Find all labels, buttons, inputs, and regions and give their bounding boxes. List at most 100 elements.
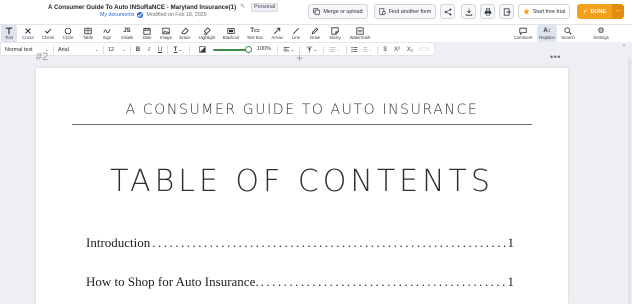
tool-label: Image (160, 35, 172, 40)
tool-text-box[interactable]: T▭ Text Box (244, 25, 266, 42)
toc-entry-page: 1 (507, 235, 515, 250)
divider (53, 46, 54, 54)
document-heading[interactable]: A CONSUMER GUIDE TO AUTO INSURANCE (36, 102, 568, 118)
tool-sign[interactable]: Sign (99, 25, 115, 42)
numbered-list-icon (363, 47, 368, 52)
document-title[interactable]: A Consumer Guide To Auto INSuRaNCE - Mar… (48, 4, 236, 11)
font-family-select[interactable]: Arial ⌄ (56, 45, 101, 54)
tool-highlight[interactable]: Highlight (196, 25, 218, 42)
sticky-icon (331, 26, 339, 35)
tool-erase[interactable]: Erase (177, 25, 193, 42)
font-size-select[interactable]: 12 ⌄ (106, 45, 128, 54)
divider (277, 46, 278, 54)
tool-label: Draw (309, 35, 321, 40)
bold-button[interactable]: B (133, 45, 143, 54)
subscript-button[interactable]: X₂ (405, 45, 415, 54)
add-page-icon[interactable]: + (296, 52, 303, 64)
watermark-icon (356, 26, 364, 35)
tool-label: Highlight (198, 35, 216, 40)
free-trial-label: Start free trial (532, 8, 566, 15)
print-button[interactable] (480, 4, 495, 19)
saved-check-icon (137, 12, 144, 18)
toc-entry[interactable]: How to Shop for Auto Insurance. ........… (86, 274, 514, 290)
heading-rule (72, 124, 532, 125)
download-button[interactable] (461, 4, 476, 19)
document-page[interactable]: A CONSUMER GUIDE TO AUTO INSURANCE TABLE… (36, 68, 568, 304)
tool-check[interactable]: Check (39, 25, 57, 42)
done-check-icon: ✓ (582, 8, 588, 15)
tool-cross[interactable]: Cross (20, 25, 36, 42)
vertical-scrollbar[interactable] (628, 58, 631, 304)
start-free-trial-button[interactable]: Start free trial (518, 4, 570, 19)
my-documents-link[interactable]: My documents (100, 12, 134, 18)
list-icon (350, 46, 357, 53)
superscript-button[interactable]: X² (392, 45, 402, 54)
toc-leader-dots: ........................................… (152, 235, 505, 250)
share-button[interactable] (440, 4, 455, 19)
tool-search[interactable]: Search (559, 25, 577, 42)
line-spacing-button[interactable]: ⌄ (327, 45, 343, 54)
tool-label: Blackout (222, 35, 240, 40)
align-button[interactable]: ⌄ (281, 45, 297, 54)
share-icon (444, 8, 451, 15)
tool-line[interactable]: Line (288, 25, 304, 42)
tool-sticky[interactable]: Sticky (326, 25, 344, 42)
tool-image[interactable]: Image (157, 25, 175, 42)
tool-arrow[interactable]: Arrow (268, 25, 286, 42)
image-icon (162, 26, 170, 35)
tool-label: Text Box (246, 35, 264, 40)
text-color-button[interactable]: T ⌄ (170, 45, 186, 54)
collapse-toolbar-icon[interactable]: ⌃ (619, 44, 629, 52)
chevron-down-icon: ⌄ (121, 46, 126, 53)
link-button[interactable]: ⊂⊃ (419, 45, 429, 54)
blackout-icon (227, 26, 235, 35)
tool-comment[interactable]: Comment (511, 25, 535, 42)
comment-icon (519, 26, 527, 35)
draw-icon (311, 26, 319, 35)
tool-blackout[interactable]: Blackout (220, 25, 242, 42)
tool-circle[interactable]: Circle (59, 25, 77, 42)
tool-date[interactable]: Date (139, 25, 155, 42)
chevron-down-icon: ⌄ (94, 46, 99, 53)
done-menu-button[interactable]: ⋯ (612, 4, 624, 19)
tool-settings[interactable]: ⚙ Settings (590, 25, 612, 42)
download-icon (465, 8, 472, 16)
italic-button[interactable]: I (144, 45, 154, 54)
strikethrough-button[interactable]: $ (380, 45, 390, 54)
tool-initials[interactable]: JS Initials (117, 25, 137, 42)
toc-title[interactable]: TABLE OF CONTENTS (36, 164, 568, 199)
personal-badge: Personal (251, 3, 279, 12)
vertical-align-button[interactable]: ⌄ (304, 45, 320, 54)
numbered-list-button[interactable]: ⌄ (360, 45, 374, 54)
tool-draw[interactable]: Draw (307, 25, 323, 42)
find-form-label: Find another form (388, 8, 432, 15)
font-size-value: 12 (108, 46, 114, 53)
pencil-icon[interactable]: ✎ (240, 4, 247, 11)
divider (377, 46, 378, 54)
document-meta-row: My documents Modified on Feb 18, 2025 (100, 12, 207, 18)
opacity-icon (197, 45, 207, 54)
tool-label: Erase (179, 35, 191, 40)
search-icon (564, 26, 572, 35)
opacity-slider[interactable] (213, 49, 249, 51)
text-format-bar: Normal text ⌄ Arial ⌄ 12 ⌄ B I U T ⌄ 100% ⌄ … (0, 42, 435, 56)
tool-label: Replace (539, 35, 555, 40)
tool-text[interactable]: Text (1, 25, 17, 42)
merge-or-upload-button[interactable]: Merge or upload (308, 4, 368, 19)
bulleted-list-button[interactable] (349, 45, 359, 54)
find-another-form-button[interactable]: Find another form (374, 4, 436, 19)
arrow-icon (273, 26, 281, 35)
tool-label: Search (561, 35, 575, 40)
date-icon (143, 26, 151, 35)
replace-icon: A↕ (543, 27, 551, 34)
tool-table[interactable]: Table (79, 25, 97, 42)
toc-entry[interactable]: Introduction ...........................… (86, 235, 514, 251)
done-button[interactable]: ✓ DONE (577, 4, 612, 19)
send-to-sign-button[interactable] (499, 4, 514, 19)
opacity-slider-handle[interactable] (245, 46, 252, 53)
check-icon (44, 26, 52, 35)
tool-replace[interactable]: A↕ Replace (537, 25, 557, 42)
page-more-options-icon[interactable]: ••• (550, 52, 561, 62)
tool-watermark[interactable]: Watermark (346, 25, 374, 42)
underline-button[interactable]: U (155, 45, 165, 54)
